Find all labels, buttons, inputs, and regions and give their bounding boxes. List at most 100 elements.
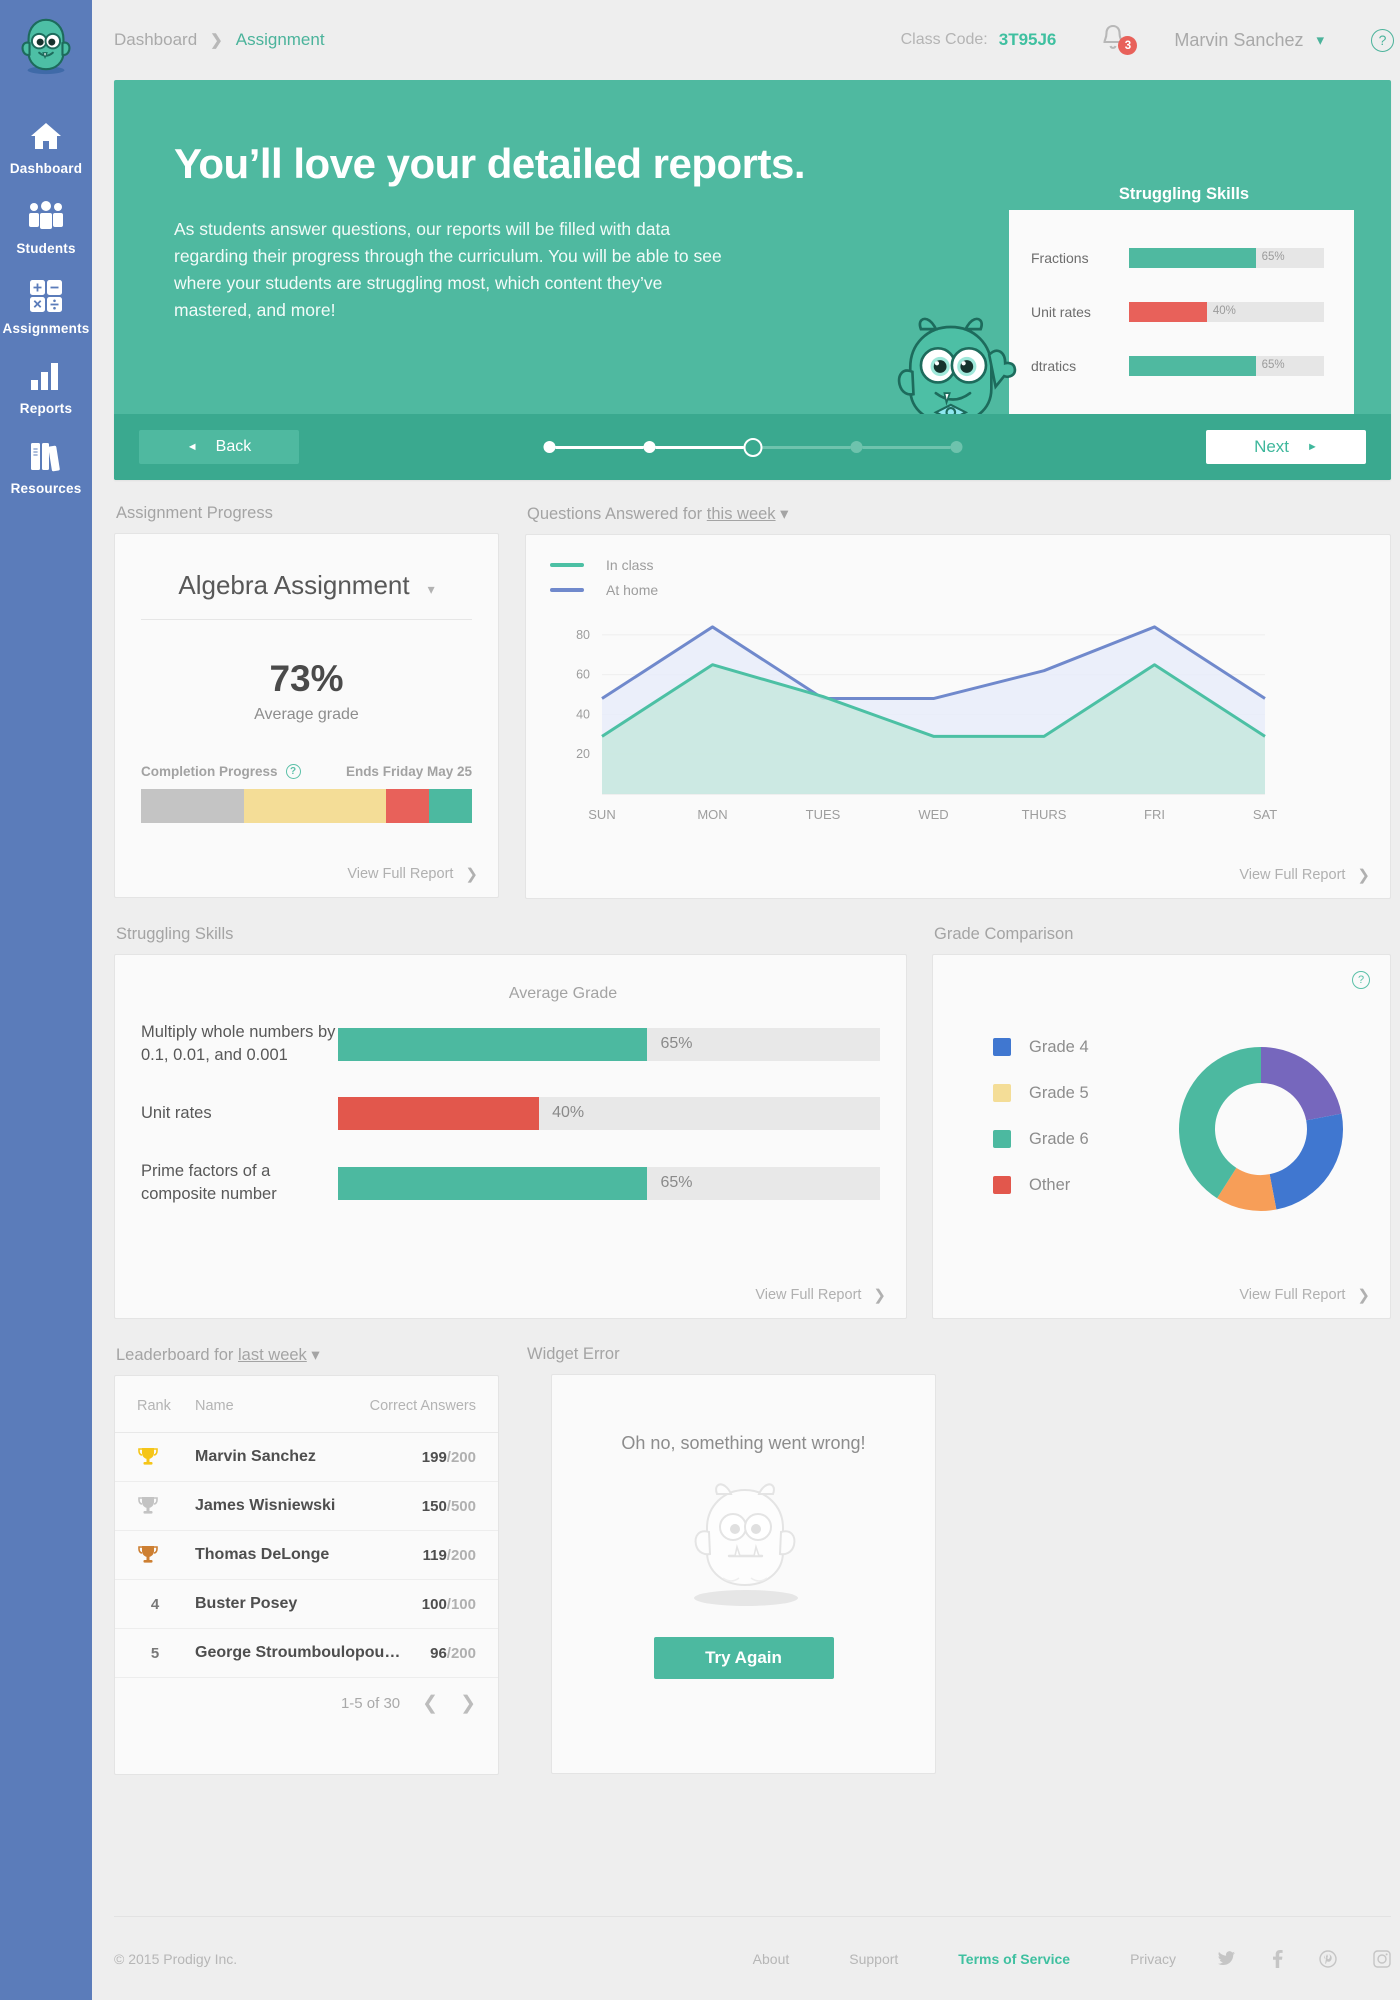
sidebar-item-dashboard[interactable]: Dashboard (0, 106, 92, 186)
footer-link-terms-of-service[interactable]: Terms of Service (958, 1951, 1070, 1967)
assignment-selector[interactable]: Algebra Assignment ▾ (141, 570, 472, 620)
help-icon[interactable]: ? (1352, 971, 1370, 989)
sidebar-item-resources[interactable]: Resources (0, 426, 92, 506)
donut-slice-grade-4[interactable] (1269, 1113, 1343, 1210)
chart-legend-at-home: At home (550, 582, 1366, 598)
breadcrumb-dashboard[interactable]: Dashboard (114, 30, 197, 50)
table-row[interactable]: 5 George Stroumboulopou… 96/200 (115, 1629, 498, 1678)
progress-segment-in-progress (243, 789, 386, 823)
banner-skill-row: dtratics 65% (1031, 356, 1324, 376)
back-button[interactable]: ◄ Back (139, 430, 299, 464)
table-row[interactable]: Marvin Sanchez 199/200 (115, 1433, 498, 1482)
average-grade-column-header: Average Grade (508, 985, 618, 1002)
table-row[interactable]: Thomas DeLonge 119/200 (115, 1531, 498, 1580)
sidebar-item-assignments[interactable]: Assignments (0, 266, 92, 346)
twitter-icon[interactable] (1218, 1950, 1236, 1967)
view-full-report-link[interactable]: View Full Report ❯ (347, 865, 478, 883)
questions-chart-range-dropdown[interactable]: this week (707, 505, 776, 523)
banner-skill-row: Fractions 65% (1031, 248, 1324, 268)
sidebar-item-label: Reports (19, 401, 73, 416)
user-name: Marvin Sanchez (1174, 29, 1304, 50)
view-full-report-link[interactable]: View Full Report ❯ (1239, 1286, 1370, 1304)
table-row[interactable]: James Wisniewski 150/500 (115, 1482, 498, 1531)
legend-label-grade-6: Grade 6 (1029, 1129, 1089, 1148)
try-again-button[interactable]: Try Again (653, 1637, 834, 1679)
next-button[interactable]: Next ► (1206, 430, 1366, 464)
svg-text:60: 60 (576, 668, 590, 682)
carousel-dot-4[interactable] (850, 441, 862, 453)
donut-slice-purple-slice[interactable] (1261, 1047, 1342, 1121)
assignment-title: Algebra Assignment (178, 570, 410, 600)
breadcrumb-assignment[interactable]: Assignment (236, 30, 325, 50)
progress-segment-completed (428, 789, 472, 823)
widget-error-section: Widget Error Oh no, something went wrong… (525, 1345, 936, 1775)
sidebar-item-students[interactable]: Students (0, 186, 92, 266)
struggling-skill-name: Multiply whole numbers by 0.1, 0.01, and… (141, 1023, 336, 1065)
leaderboard-label-prefix: Leaderboard for (116, 1346, 234, 1364)
struggling-skill-track: 40% (338, 1097, 880, 1131)
carousel-line (555, 445, 643, 449)
questions-chart-label: Questions Answered for this week ▾ (527, 504, 1391, 524)
sidebar: Dashboard Students Assignments Reports R… (0, 0, 92, 2000)
sad-monster-outline-icon (669, 1470, 819, 1615)
score-correct: 119 (422, 1546, 447, 1564)
view-full-report-label: View Full Report (1239, 1287, 1346, 1303)
svg-text:THURS: THURS (1022, 807, 1067, 822)
grade-comparison-label: Grade Comparison (934, 925, 1074, 943)
pagination-range: 1-5 of 30 (340, 1694, 401, 1712)
progress-segment-not-started (141, 789, 244, 823)
questions-chart-card: In class At home 20 40 60 80 SUN MON TUES WED TH… (525, 534, 1391, 899)
legend-label-at-home: At home (606, 582, 659, 598)
footer-link-about[interactable]: About (753, 1951, 790, 1967)
sidebar-item-reports[interactable]: Reports (0, 346, 92, 426)
banner-skill-name: Fractions (1031, 250, 1089, 266)
leaderboard-range-dropdown[interactable]: last week (238, 1346, 307, 1364)
banner-skill-name: dtratics (1031, 358, 1077, 374)
banner-skill-track: 65% (1129, 356, 1324, 376)
table-row[interactable]: 4 Buster Posey 100/100 (115, 1580, 498, 1629)
chevron-right-icon: ❯ (1357, 1287, 1370, 1304)
carousel-dot-3-current[interactable] (743, 437, 762, 457)
struggling-skill-pct: 40% (552, 1104, 585, 1122)
grade-comparison-card: ? Grade 4 Grade 5 Grade 6 Other View Ful… (932, 954, 1391, 1319)
questions-answered-area-chart: 20 40 60 80 SUN MON TUES WED THURS FRI SAT (576, 625, 1277, 822)
leaderboard-card: Rank Name Correct Answers Marvin Sanchez… (114, 1375, 499, 1775)
score-total: /100 (446, 1595, 476, 1613)
struggling-skills-section: Struggling Skills Average Grade Multiply… (114, 925, 907, 1319)
view-full-report-label: View Full Report (755, 1287, 862, 1303)
pinterest-icon[interactable] (1319, 1949, 1337, 1968)
view-full-report-link[interactable]: View Full Report ❯ (1239, 866, 1370, 884)
pagination-next-button[interactable]: ❯ (460, 1692, 476, 1715)
carousel-dot-1[interactable] (543, 441, 555, 453)
svg-text:80: 80 (576, 628, 590, 642)
chevron-down-icon: ▾ (1316, 32, 1324, 49)
silver-trophy-icon (137, 1495, 195, 1517)
instagram-icon[interactable] (1373, 1949, 1391, 1968)
help-icon[interactable]: ? (285, 764, 301, 779)
footer-link-support[interactable]: Support (849, 1951, 898, 1967)
row-leaderboard-and-error: Leaderboard for last week ▾ Rank Name Co… (92, 1345, 1400, 1775)
legend-swatch-grade-5 (993, 1084, 1011, 1102)
banner-skill-pct: 40% (1212, 305, 1236, 317)
carousel-dot-2[interactable] (643, 441, 655, 453)
app-root: Dashboard Students Assignments Reports R… (0, 0, 1400, 2000)
prodigy-monster-logo[interactable] (15, 14, 77, 76)
player-score: 199/200 (422, 1449, 476, 1466)
struggling-skill-name: Prime factors of a composite number (141, 1162, 277, 1204)
pagination-prev-button[interactable]: ❮ (422, 1692, 438, 1715)
view-full-report-link[interactable]: View Full Report ❯ (755, 1286, 886, 1304)
facebook-icon[interactable] (1272, 1949, 1283, 1968)
row-progress-and-chart: Assignment Progress Algebra Assignment ▾… (92, 504, 1400, 899)
footer: © 2015 Prodigy Inc. About Support Terms … (114, 1916, 1391, 2000)
average-grade-value: 73% (269, 658, 344, 699)
user-menu[interactable]: Marvin Sanchez ▾ (1174, 30, 1324, 51)
footer-link-privacy[interactable]: Privacy (1130, 1951, 1176, 1967)
banner-skill-fill (1129, 302, 1207, 322)
notifications-button[interactable]: 3 (1100, 24, 1138, 56)
banner-skill-track: 65% (1129, 248, 1324, 268)
help-icon[interactable]: ? (1371, 28, 1394, 52)
banner-skill-fill (1129, 248, 1256, 268)
class-code-label: Class Code: (900, 31, 988, 48)
carousel-dot-5[interactable] (950, 441, 962, 453)
sidebar-item-label: Students (16, 241, 76, 256)
